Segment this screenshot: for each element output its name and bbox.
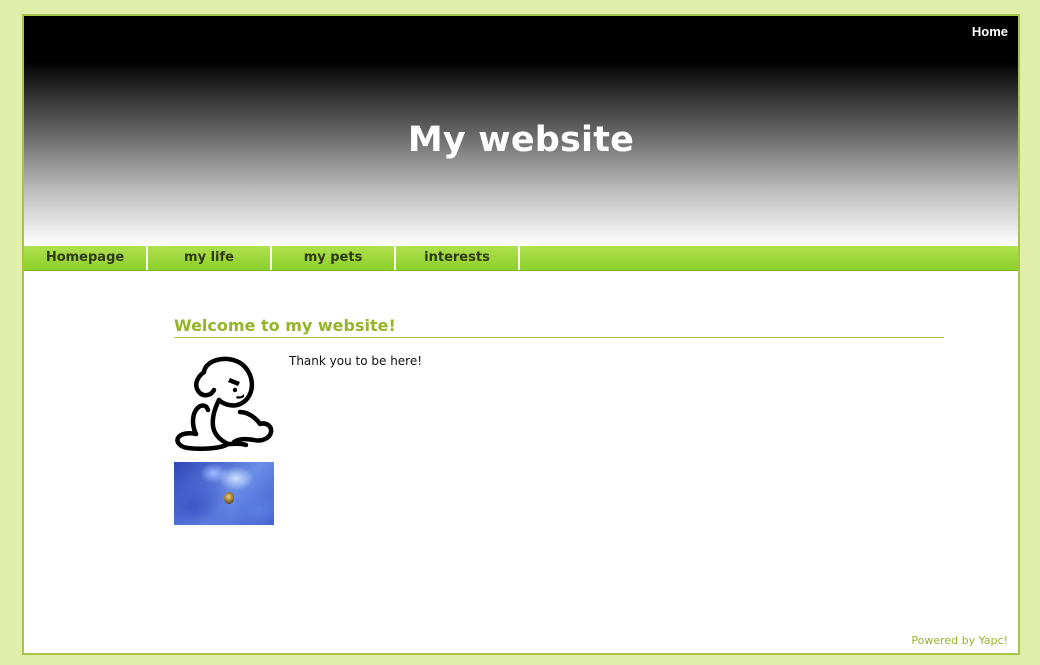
nav-item-homepage[interactable]: Homepage	[24, 246, 148, 270]
main-nav: Homepage my life my pets interests	[24, 246, 1018, 271]
nav-item-my-pets[interactable]: my pets	[272, 246, 396, 270]
welcome-heading: Welcome to my website!	[174, 316, 944, 338]
cartoon-figure-image	[175, 356, 274, 452]
home-link[interactable]: Home	[972, 24, 1008, 39]
nav-item-interests[interactable]: interests	[396, 246, 520, 270]
powered-by-link[interactable]: Powered by Yapc!	[911, 634, 1008, 647]
main-content: Welcome to my website! Thank you to be h…	[174, 316, 944, 525]
bee-icon	[224, 492, 234, 504]
page-frame: Home My website Homepage my life my pets…	[22, 14, 1020, 655]
site-title: My website	[407, 120, 635, 160]
image-column	[174, 352, 274, 525]
header-banner: Home My website	[24, 16, 1018, 246]
blue-flower-photo	[174, 462, 274, 525]
welcome-text: Thank you to be here!	[289, 354, 423, 368]
nav-item-my-life[interactable]: my life	[148, 246, 272, 270]
